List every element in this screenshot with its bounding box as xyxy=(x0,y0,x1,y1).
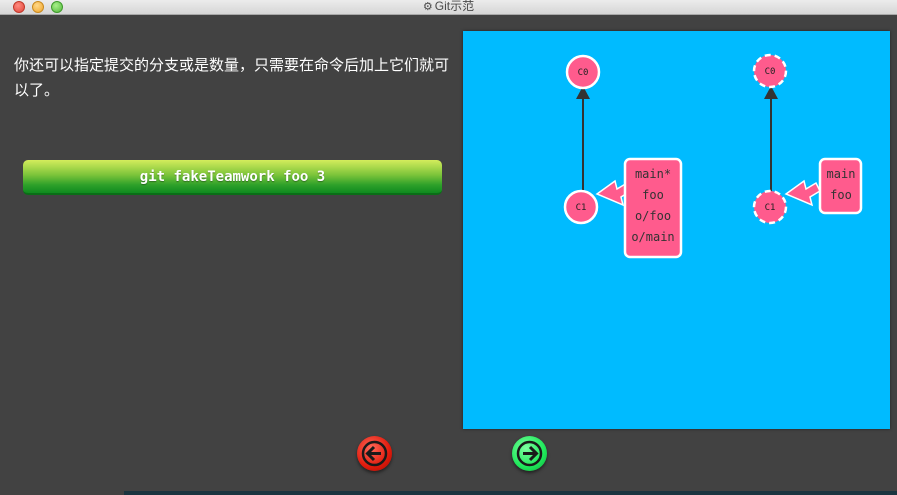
branch-label-main-star: main* xyxy=(635,167,671,181)
right-commit-c1-label: C1 xyxy=(765,203,776,213)
right-branch-pointer xyxy=(784,179,821,207)
branch-label-foo: foo xyxy=(642,188,664,202)
arrow-right-icon xyxy=(516,440,543,467)
branch-label-foo-remote: foo xyxy=(830,188,852,202)
right-repo: C0 C1 main foo xyxy=(752,53,863,225)
branch-label-o-main: o/main xyxy=(631,230,674,244)
left-repo: C0 C1 main* foo o/foo o/main xyxy=(563,54,683,259)
window-title: ⚙ Git示范 xyxy=(0,0,897,14)
branch-label-o-foo: o/foo xyxy=(635,209,671,223)
window-titlebar: ⚙ Git示范 xyxy=(0,0,897,15)
prev-button[interactable] xyxy=(357,436,392,471)
git-visualization-canvas: C0 C1 main* foo o/foo o/main C0 C1 main … xyxy=(463,31,890,429)
right-commit-c0-label: C0 xyxy=(765,67,776,77)
git-graph: C0 C1 main* foo o/foo o/main C0 C1 main … xyxy=(563,53,863,259)
left-commit-c1-label: C1 xyxy=(576,203,587,213)
window-title-text: Git示范 xyxy=(434,0,475,13)
gear-icon: ⚙ xyxy=(422,1,433,13)
next-button[interactable] xyxy=(512,436,547,471)
description-text: 你还可以指定提交的分支或是数量，只需要在命令后加上它们就可以了。 xyxy=(14,56,450,99)
arrow-left-icon xyxy=(361,440,388,467)
bottom-strip xyxy=(124,491,897,495)
branch-label-main: main xyxy=(827,167,856,181)
command-button[interactable]: git fakeTeamwork foo 3 xyxy=(23,160,442,195)
left-commit-c0-label: C0 xyxy=(578,68,589,78)
